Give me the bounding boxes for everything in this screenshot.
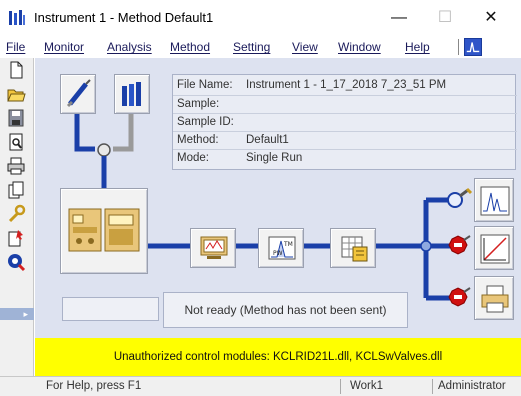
info-row-method: Method: Default1 (173, 131, 517, 149)
status-work-pane: Work1 (350, 380, 384, 392)
menu-bar: File Monitor Analysis Method Setting Vie… (0, 36, 521, 58)
wrench-icon[interactable] (5, 204, 27, 224)
info-value: Instrument 1 - 1_17_2018 7_23_51 PM (246, 79, 447, 91)
calculator-table-icon (341, 236, 368, 262)
svg-text:TM: TM (283, 241, 293, 248)
info-row-sample: Sample: (173, 95, 517, 113)
info-key: Mode: (177, 152, 209, 164)
menu-setting[interactable]: Setting (233, 40, 270, 54)
menu-monitor[interactable]: Monitor (44, 40, 84, 54)
minimize-button[interactable]: — (376, 4, 422, 32)
status-divider (340, 379, 341, 394)
preview-icon[interactable] (5, 132, 27, 152)
menu-file[interactable]: File (6, 40, 25, 54)
print-icon[interactable] (5, 156, 27, 176)
detector-monitor-icon (200, 236, 228, 259)
instrument-app-icon (9, 10, 25, 25)
instrument-unit-icon (68, 208, 140, 252)
info-key: Sample: (177, 98, 220, 110)
calibration-curve-icon (480, 234, 510, 264)
close-button[interactable]: ✕ (468, 4, 514, 32)
open-icon[interactable] (5, 84, 27, 104)
info-row-sample-id: Sample ID: (173, 113, 517, 131)
copy-icon[interactable] (5, 180, 27, 200)
calculation-module[interactable] (330, 228, 376, 268)
toolbar-overflow-button[interactable]: ▸ (0, 308, 34, 320)
printer-report-icon (481, 285, 509, 313)
menu-separator (458, 39, 459, 55)
branch-valve-open-icon[interactable] (445, 186, 473, 214)
info-row-file-name: File Name: Instrument 1 - 1_17_2018 7_23… (173, 77, 517, 95)
pump-b-module[interactable] (114, 74, 150, 114)
chromatogram-output-module[interactable] (474, 178, 514, 222)
instrument-unit-module[interactable] (60, 188, 148, 274)
svg-text:PW: PW (273, 250, 283, 257)
unauthorized-modules-warning: Unauthorized control modules: KCLRID21L.… (35, 338, 521, 376)
status-user-pane: Administrator (438, 380, 506, 392)
syringe-icon (66, 79, 91, 108)
window-title: Instrument 1 - Method Default1 (34, 10, 214, 25)
info-value: Default1 (246, 134, 289, 146)
info-key: Method: (177, 134, 219, 146)
report-output-module[interactable] (474, 276, 514, 320)
status-help-text: For Help, press F1 (46, 380, 142, 392)
new-icon[interactable] (5, 60, 27, 80)
chromatogram-icon (480, 186, 510, 216)
info-key: File Name: (177, 79, 233, 91)
menu-view[interactable]: View (292, 40, 318, 54)
integration-module[interactable]: TM PW (258, 228, 304, 268)
menu-window[interactable]: Window (338, 40, 381, 54)
status-divider (432, 379, 433, 394)
integration-peak-icon: TM PW (268, 236, 296, 260)
branch-stop-icon[interactable] (445, 284, 473, 312)
run-icon[interactable] (5, 228, 27, 248)
status-bar: For Help, press F1 Work1 Administrator (0, 376, 521, 396)
info-key: Sample ID: (177, 116, 234, 128)
save-icon[interactable] (5, 108, 27, 128)
menu-analysis[interactable]: Analysis (107, 40, 152, 54)
menu-method[interactable]: Method (170, 40, 210, 54)
pump-a-module[interactable] (60, 74, 96, 114)
title-bar: Instrument 1 - Method Default1 — ☐ ✕ (0, 0, 521, 36)
detector-module[interactable] (190, 228, 236, 268)
solvent-bottles-icon (122, 82, 141, 106)
info-value: Single Run (246, 152, 303, 164)
side-toolbar: ▸ (0, 58, 34, 380)
calibration-output-module[interactable] (474, 226, 514, 270)
maximize-button[interactable]: ☐ (422, 4, 468, 32)
status-indicator-box (62, 297, 159, 321)
menu-help[interactable]: Help (405, 40, 430, 54)
find-icon[interactable] (5, 252, 27, 272)
info-row-mode: Mode: Single Run (173, 149, 517, 167)
chromatogram-view-icon[interactable] (464, 38, 482, 56)
branch-stop-icon[interactable] (445, 232, 473, 260)
instrument-status-message: Not ready (Method has not been sent) (163, 292, 408, 328)
run-info-panel: File Name: Instrument 1 - 1_17_2018 7_23… (172, 74, 517, 170)
